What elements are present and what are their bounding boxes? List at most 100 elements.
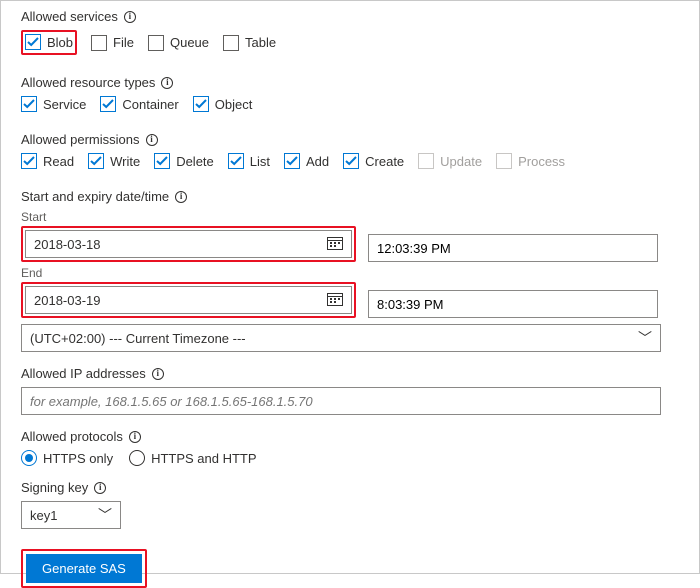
- end-date-input[interactable]: 2018-03-19: [25, 286, 352, 314]
- end-row: 2018-03-19: [21, 282, 679, 318]
- chevron-down-icon: ﹀: [638, 328, 652, 348]
- info-icon[interactable]: i: [124, 11, 136, 23]
- checkbox-label: Object: [215, 97, 253, 112]
- allowed-permissions-header: Allowed permissions i: [21, 132, 679, 147]
- info-icon[interactable]: i: [161, 77, 173, 89]
- checkbox-label: Add: [306, 154, 329, 169]
- permission-read-checkbox[interactable]: Read: [21, 153, 74, 169]
- ip-input[interactable]: [21, 387, 661, 415]
- checkbox-box: [148, 35, 164, 51]
- allowed-protocols-header: Allowed protocols i: [21, 429, 679, 444]
- start-date-value: 2018-03-18: [34, 237, 101, 252]
- info-icon[interactable]: i: [175, 191, 187, 203]
- resource-service-checkbox[interactable]: Service: [21, 96, 86, 112]
- chevron-down-icon: ﹀: [98, 505, 112, 525]
- service-blob-checkbox[interactable]: Blob: [25, 34, 73, 50]
- timezone-value: (UTC+02:00) --- Current Timezone ---: [30, 331, 246, 346]
- resource-container-checkbox[interactable]: Container: [100, 96, 178, 112]
- checkbox-box: [343, 153, 359, 169]
- signing-key-label: Signing key: [21, 480, 88, 495]
- checkbox-label: Update: [440, 154, 482, 169]
- start-label: Start: [21, 210, 679, 224]
- service-table-checkbox[interactable]: Table: [223, 35, 276, 51]
- generate-sas-button[interactable]: Generate SAS: [26, 554, 142, 583]
- permissions-row: Read Write Delete List Add Create Update Proces…: [21, 153, 679, 169]
- radio-label: HTTPS only: [43, 451, 113, 466]
- allowed-permissions-section: Allowed permissions i Read Write Delete Lis…: [21, 132, 679, 169]
- allowed-ip-section: Allowed IP addresses i: [21, 366, 679, 415]
- start-row: 2018-03-18: [21, 226, 679, 262]
- checkbox-box: [91, 35, 107, 51]
- generate-sas-highlight: Generate SAS: [21, 549, 147, 588]
- checkbox-box: [223, 35, 239, 51]
- checkbox-label: Delete: [176, 154, 214, 169]
- checkbox-label: Service: [43, 97, 86, 112]
- info-icon[interactable]: i: [129, 431, 141, 443]
- radio-label: HTTPS and HTTP: [151, 451, 256, 466]
- signing-key-select[interactable]: key1 ﹀: [21, 501, 121, 529]
- protocol-radio[interactable]: HTTPS and HTTP: [129, 450, 256, 466]
- calendar-icon: [327, 236, 343, 253]
- allowed-resource-types-header: Allowed resource types i: [21, 75, 679, 90]
- checkbox-label: Process: [518, 154, 565, 169]
- end-date-highlight: 2018-03-19: [21, 282, 356, 318]
- permission-add-checkbox[interactable]: Add: [284, 153, 329, 169]
- permission-list-checkbox[interactable]: List: [228, 153, 270, 169]
- info-icon[interactable]: i: [152, 368, 164, 380]
- allowed-permissions-label: Allowed permissions: [21, 132, 140, 147]
- start-date-input[interactable]: 2018-03-18: [25, 230, 352, 258]
- checkbox-label: Write: [110, 154, 140, 169]
- allowed-resource-types-section: Allowed resource types i Service Containe…: [21, 75, 679, 112]
- datetime-section: Start and expiry date/time i Start 2018-…: [21, 189, 679, 352]
- radio-box: [129, 450, 145, 466]
- signing-key-header: Signing key i: [21, 480, 679, 495]
- checkbox-label: Queue: [170, 35, 209, 50]
- checkbox-box: [21, 153, 37, 169]
- permission-update-checkbox: Update: [418, 153, 482, 169]
- end-date-value: 2018-03-19: [34, 293, 101, 308]
- datetime-header: Start and expiry date/time i: [21, 189, 679, 204]
- allowed-protocols-label: Allowed protocols: [21, 429, 123, 444]
- checkbox-box: [25, 34, 41, 50]
- checkbox-label: List: [250, 154, 270, 169]
- info-icon[interactable]: i: [94, 482, 106, 494]
- start-time-input[interactable]: [368, 234, 658, 262]
- calendar-icon: [327, 292, 343, 309]
- checkbox-box: [418, 153, 434, 169]
- end-time-input[interactable]: [368, 290, 658, 318]
- permission-create-checkbox[interactable]: Create: [343, 153, 404, 169]
- protocol-radio[interactable]: HTTPS only: [21, 450, 113, 466]
- checkbox-box: [284, 153, 300, 169]
- checkbox-box: [88, 153, 104, 169]
- signing-key-section: Signing key i key1 ﹀: [21, 480, 679, 529]
- checkbox-label: Create: [365, 154, 404, 169]
- checkbox-box: [496, 153, 512, 169]
- info-icon[interactable]: i: [146, 134, 158, 146]
- timezone-select[interactable]: (UTC+02:00) --- Current Timezone --- ﹀: [21, 324, 661, 352]
- end-label: End: [21, 266, 679, 280]
- services-row: Blob File Queue Table: [21, 30, 679, 55]
- allowed-protocols-section: Allowed protocols i HTTPS only HTTPS and …: [21, 429, 679, 466]
- permission-delete-checkbox[interactable]: Delete: [154, 153, 214, 169]
- checkbox-box: [193, 96, 209, 112]
- radio-box: [21, 450, 37, 466]
- allowed-ip-header: Allowed IP addresses i: [21, 366, 679, 381]
- signing-key-value: key1: [30, 508, 57, 523]
- permission-write-checkbox[interactable]: Write: [88, 153, 140, 169]
- service-blob-highlight: Blob: [21, 30, 77, 55]
- checkbox-box: [228, 153, 244, 169]
- resource-object-checkbox[interactable]: Object: [193, 96, 253, 112]
- permission-process-checkbox: Process: [496, 153, 565, 169]
- checkbox-label: Read: [43, 154, 74, 169]
- allowed-ip-label: Allowed IP addresses: [21, 366, 146, 381]
- allowed-services-label: Allowed services: [21, 9, 118, 24]
- allowed-resource-types-label: Allowed resource types: [21, 75, 155, 90]
- checkbox-box: [21, 96, 37, 112]
- checkbox-label: Table: [245, 35, 276, 50]
- service-file-checkbox[interactable]: File: [91, 35, 134, 51]
- service-queue-checkbox[interactable]: Queue: [148, 35, 209, 51]
- checkbox-box: [100, 96, 116, 112]
- start-date-highlight: 2018-03-18: [21, 226, 356, 262]
- allowed-services-header: Allowed services i: [21, 9, 679, 24]
- datetime-label: Start and expiry date/time: [21, 189, 169, 204]
